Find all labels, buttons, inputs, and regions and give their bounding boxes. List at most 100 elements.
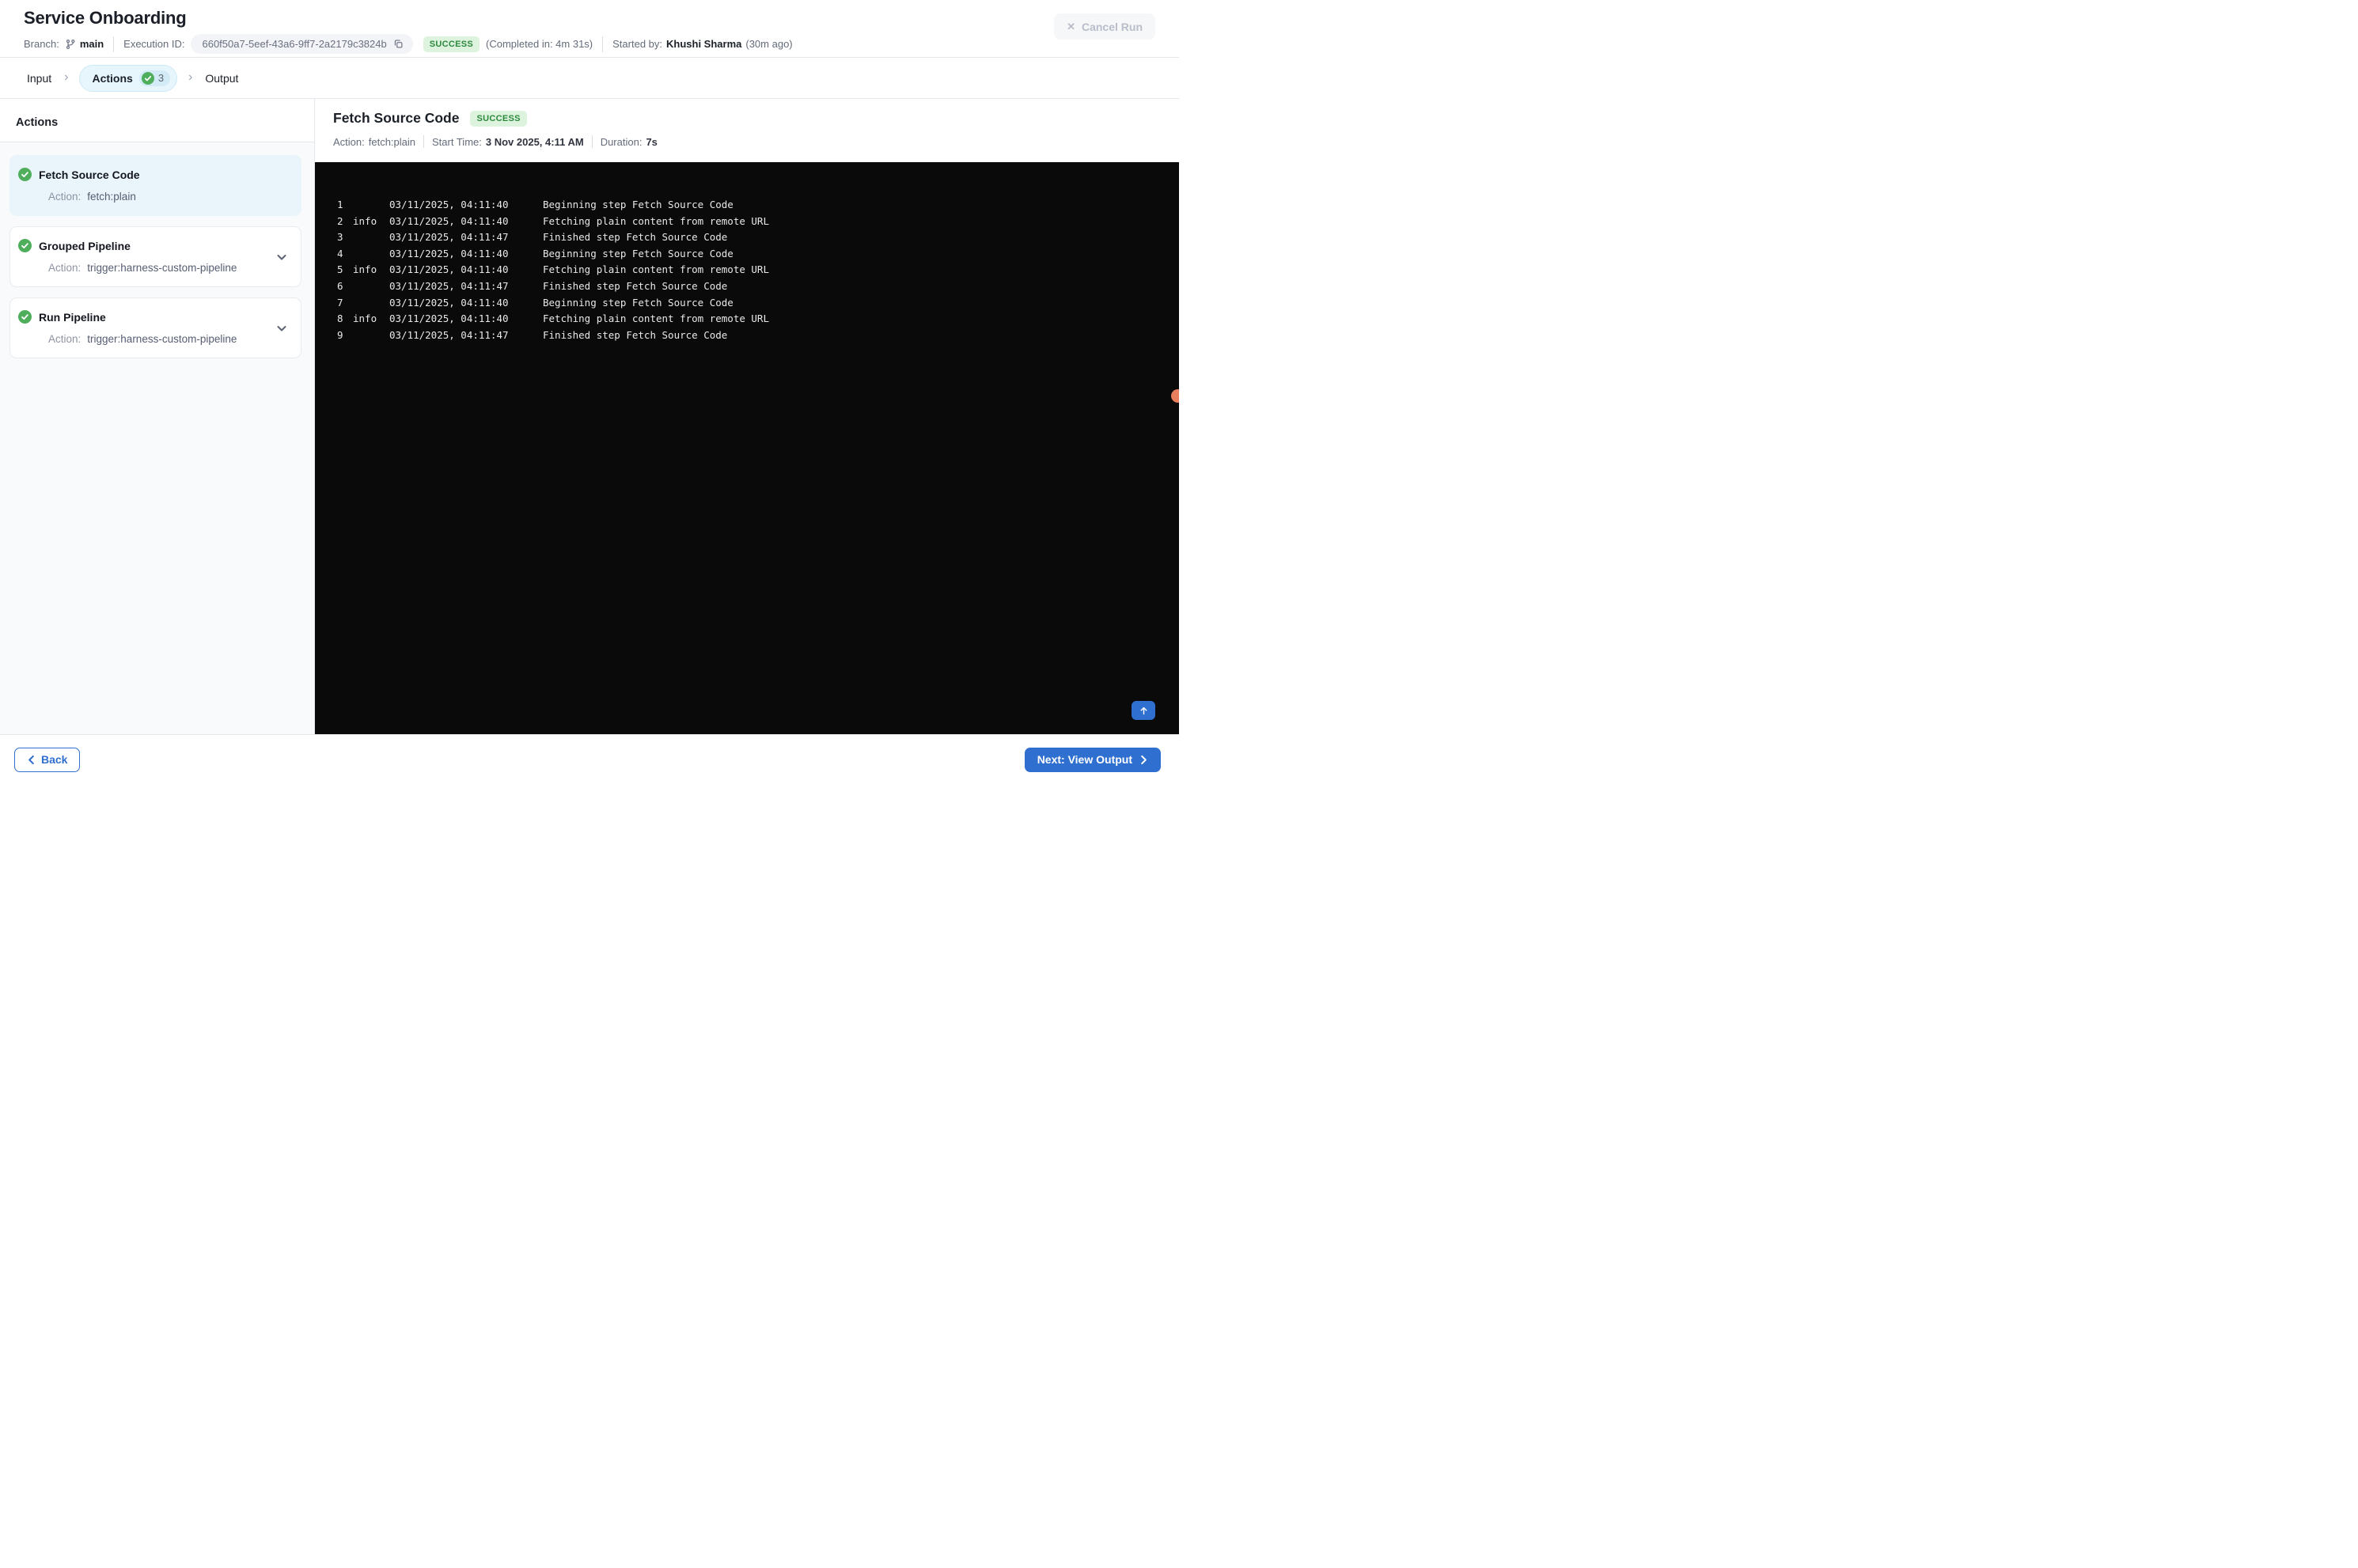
log-line-level <box>353 229 389 246</box>
back-button[interactable]: Back <box>14 747 81 772</box>
detail-start-label: Start Time: <box>432 135 482 148</box>
log-line-level <box>353 278 389 295</box>
log-line-level <box>353 197 389 214</box>
detail-action-value: fetch:plain <box>368 135 416 148</box>
chevron-left-icon <box>27 755 36 765</box>
divider <box>113 36 115 52</box>
detail-status-badge: SUCCESS <box>470 110 527 127</box>
header: Service Onboarding Branch: main Executio… <box>0 0 1179 58</box>
log-line-level <box>353 295 389 312</box>
execution-id-value: 660f50a7-5eef-43a6-9ff7-2a2179c3824b <box>202 38 387 50</box>
started-by-label: Started by: <box>612 38 663 50</box>
detail-meta-row: Action: fetch:plain Start Time: 3 Nov 20… <box>333 135 1179 148</box>
status-badge: SUCCESS <box>423 36 480 52</box>
chevron-right-icon: › <box>64 70 69 84</box>
log-line-timestamp: 03/11/2025, 04:11:40 <box>389 247 509 259</box>
log-line: 9 03/11/2025, 04:11:47 Finished step Fetch… <box>315 328 1179 344</box>
action-card-meta: Action: fetch:plain <box>48 191 136 203</box>
execution-id-pill[interactable]: 660f50a7-5eef-43a6-9ff7-2a2179c3824b <box>191 34 413 54</box>
log-line-message: Finished step Fetch Source Code <box>543 328 728 341</box>
actions-count: 3 <box>157 72 165 84</box>
arrow-up-icon <box>1139 706 1149 716</box>
action-list: Fetch Source Code Action: fetch:plain Gro… <box>0 142 314 734</box>
cancel-run-label: Cancel Run <box>1081 20 1143 33</box>
divider <box>591 135 593 148</box>
log-line-number: 6 <box>337 279 343 292</box>
log-line-timestamp: 03/11/2025, 04:11:40 <box>389 312 509 325</box>
log-line-level: info <box>353 312 377 325</box>
detail-start-value: 3 Nov 2025, 4:11 AM <box>485 135 584 148</box>
next-view-output-button[interactable]: Next: View Output <box>1024 747 1161 772</box>
action-card[interactable]: Fetch Source Code Action: fetch:plain <box>9 155 301 216</box>
log-line-number: 2 <box>337 214 343 227</box>
notification-dot[interactable] <box>1171 389 1179 403</box>
tab-actions-label: Actions <box>92 71 133 85</box>
log-line-number: 3 <box>337 231 343 244</box>
check-circle-icon <box>18 239 32 252</box>
scroll-to-top-button[interactable] <box>1132 701 1155 720</box>
log-line-number: 9 <box>337 328 343 341</box>
chevron-right-icon: › <box>188 70 193 84</box>
content-area: Actions Fetch Source Code Action: fetch:p… <box>0 99 1179 734</box>
back-button-label: Back <box>41 753 68 766</box>
log-line-timestamp: 03/11/2025, 04:11:47 <box>389 231 509 244</box>
next-button-label: Next: View Output <box>1037 753 1132 766</box>
completed-in-text: (Completed in: 4m 31s) <box>486 38 593 50</box>
chevron-down-icon[interactable] <box>275 322 288 335</box>
log-line-level: info <box>353 263 377 276</box>
log-line: 5 info 03/11/2025, 04:11:40 Fetching plain … <box>315 262 1179 278</box>
branch-label: Branch: <box>24 38 59 50</box>
log-line-message: Fetching plain content from remote URL <box>543 312 769 325</box>
action-detail-panel: Fetch Source Code SUCCESS Action: fetch:… <box>315 99 1179 734</box>
git-branch-icon <box>65 39 76 50</box>
divider <box>602 36 604 52</box>
check-circle-icon <box>18 310 32 324</box>
tab-output[interactable]: Output <box>203 72 240 85</box>
log-line-number: 4 <box>337 247 343 259</box>
detail-duration-value: 7s <box>646 135 658 148</box>
log-line-number: 7 <box>337 296 343 309</box>
action-card-meta: Action: trigger:harness-custom-pipeline <box>48 333 237 345</box>
action-card-title: Fetch Source Code <box>39 168 140 181</box>
action-card-title: Run Pipeline <box>39 310 106 324</box>
log-line-timestamp: 03/11/2025, 04:11:40 <box>389 296 509 309</box>
log-line: 6 03/11/2025, 04:11:47 Finished step Fetch… <box>315 278 1179 295</box>
check-circle-icon <box>141 71 154 85</box>
log-line: 3 03/11/2025, 04:11:47 Finished step Fetch… <box>315 229 1179 246</box>
copy-icon[interactable] <box>393 39 404 49</box>
log-line-timestamp: 03/11/2025, 04:11:40 <box>389 263 509 276</box>
detail-action-label: Action: <box>333 135 365 148</box>
cancel-run-button[interactable]: ✕ Cancel Run <box>1054 13 1155 40</box>
log-line-timestamp: 03/11/2025, 04:11:40 <box>389 214 509 227</box>
action-card-meta: Action: trigger:harness-custom-pipeline <box>48 262 237 274</box>
actions-count-pill: 3 <box>138 70 171 86</box>
actions-sidebar: Actions Fetch Source Code Action: fetch:p… <box>0 99 315 734</box>
started-by-value: Khushi Sharma <box>666 38 742 50</box>
log-line-message: Fetching plain content from remote URL <box>543 263 769 276</box>
log-line: 1 03/11/2025, 04:11:40 Beginning step Fetc… <box>315 197 1179 214</box>
log-line: 4 03/11/2025, 04:11:40 Beginning step Fetc… <box>315 246 1179 263</box>
log-line-message: Finished step Fetch Source Code <box>543 231 728 244</box>
action-card[interactable]: Grouped Pipeline Action: trigger:harness-… <box>9 226 301 287</box>
branch-value: main <box>79 38 104 50</box>
detail-title: Fetch Source Code <box>333 110 460 126</box>
close-icon: ✕ <box>1067 21 1075 32</box>
log-line-level <box>353 246 389 263</box>
log-line-timestamp: 03/11/2025, 04:11:47 <box>389 328 509 341</box>
log-line-message: Beginning step Fetch Source Code <box>543 247 734 259</box>
log-line: 8 info 03/11/2025, 04:11:40 Fetching plain … <box>315 311 1179 328</box>
footer-bar: Back Next: View Output <box>0 734 1179 784</box>
log-line: 2 info 03/11/2025, 04:11:40 Fetching plain … <box>315 214 1179 230</box>
log-line-level: info <box>353 214 377 227</box>
action-card-title: Grouped Pipeline <box>39 239 131 252</box>
tab-actions[interactable]: Actions 3 <box>79 64 178 92</box>
tab-input[interactable]: Input <box>25 72 53 85</box>
log-line-timestamp: 03/11/2025, 04:11:40 <box>389 199 509 210</box>
log-line-timestamp: 03/11/2025, 04:11:47 <box>389 279 509 292</box>
action-card[interactable]: Run Pipeline Action: trigger:harness-cust… <box>9 297 301 358</box>
execution-meta-row: Branch: main Execution ID: 660f50a7-5eef… <box>24 34 1155 54</box>
chevron-down-icon[interactable] <box>275 251 288 263</box>
chevron-right-icon <box>1139 755 1148 765</box>
divider <box>423 135 425 148</box>
log-console[interactable]: 1 03/11/2025, 04:11:40 Beginning step Fetc… <box>315 162 1179 734</box>
